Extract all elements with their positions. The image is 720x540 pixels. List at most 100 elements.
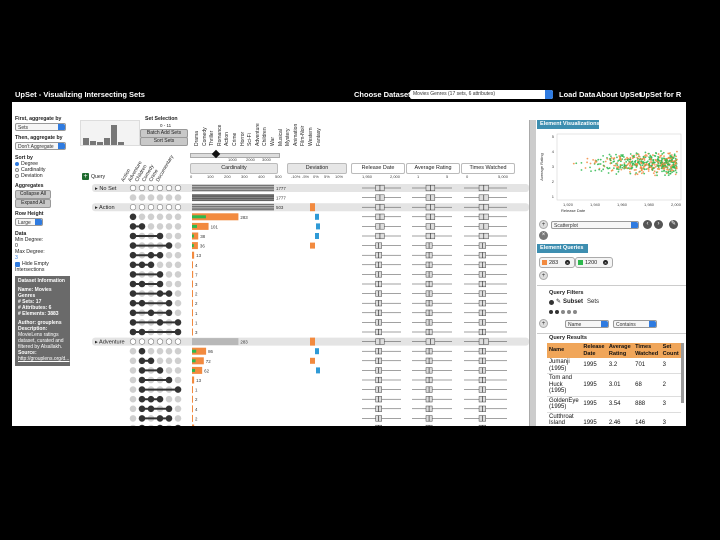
matrix-dot-empty[interactable] [174, 213, 182, 221]
filter-op-select[interactable]: Contains [613, 320, 657, 328]
upset-for-r-link[interactable]: UpSet for R [640, 90, 681, 99]
matrix-dot[interactable] [165, 184, 173, 192]
panel-scrollbar[interactable] [529, 120, 536, 426]
matrix-dot-filled[interactable] [175, 424, 182, 426]
matrix-dot-empty[interactable] [129, 194, 137, 201]
col-average-rating[interactable]: Average Rating [606, 343, 634, 358]
matrix-dot-empty[interactable] [130, 424, 137, 426]
matrix-dot[interactable] [174, 184, 182, 192]
matrix-dot-empty[interactable] [156, 213, 164, 221]
matrix-dot-empty[interactable] [174, 290, 182, 297]
matrix-dot-filled[interactable] [129, 213, 137, 221]
matrix-dot-empty[interactable] [174, 395, 182, 403]
about-upset-link[interactable]: About UpSet [596, 90, 641, 99]
cardinality-bar[interactable] [192, 261, 193, 269]
aggregate-label[interactable]: ▸ Action [95, 205, 115, 211]
matrix-dot-empty[interactable] [174, 309, 182, 317]
matrix-dot-empty[interactable] [165, 357, 173, 365]
matrix-dot-empty[interactable] [147, 194, 155, 201]
col-name[interactable]: Name [547, 343, 582, 358]
matrix-dot-empty[interactable] [174, 415, 182, 422]
add-query-button[interactable]: + [539, 271, 548, 280]
matrix-dot-empty[interactable] [129, 357, 137, 365]
matrix-dot-empty[interactable] [148, 424, 155, 426]
deviation-bar[interactable] [315, 233, 319, 239]
matrix-dot[interactable] [138, 204, 146, 211]
matrix-dot-empty[interactable] [174, 367, 182, 374]
cardinality-bar[interactable] [192, 251, 195, 259]
deviation-bar[interactable] [316, 367, 320, 374]
matrix-dot-empty[interactable] [165, 261, 173, 269]
matrix-dot-empty[interactable] [129, 386, 137, 393]
cardinality-bar[interactable] [192, 386, 193, 394]
col-release-date[interactable]: Release Date [581, 343, 607, 358]
matrix-dot-empty[interactable] [129, 405, 137, 413]
matrix-dot-empty[interactable] [129, 347, 137, 355]
cardinality-bar[interactable] [192, 405, 193, 413]
subset-dot[interactable] [573, 310, 577, 314]
matrix-dot-empty[interactable] [156, 357, 164, 365]
matrix-dot-empty[interactable] [165, 280, 173, 288]
viz-type-select[interactable]: Scatterplot [551, 221, 639, 229]
matrix-dot-empty[interactable] [174, 223, 182, 230]
cardinality-bar[interactable] [192, 270, 194, 278]
matrix-dot-filled[interactable] [139, 424, 146, 426]
matrix-dot-empty[interactable] [174, 242, 182, 249]
matrix-dot-empty[interactable] [129, 415, 137, 422]
cardinality-bar[interactable] [192, 299, 193, 307]
matrix-dot-empty[interactable] [165, 271, 173, 278]
matrix-dot-empty[interactable] [165, 223, 173, 230]
add-filter-button[interactable]: + [539, 319, 548, 328]
table-row[interactable]: Tom and Huck (1995) 1995 3.01 68 2 [547, 373, 681, 397]
matrix-dot-empty[interactable] [174, 376, 182, 384]
deviation-bar[interactable] [310, 242, 315, 249]
cardinality-bar[interactable] [192, 309, 193, 317]
scatterplot[interactable]: 5 4 3 2 1 1,920 1,940 1,960 1,980 2,000 Average Ra… [537, 130, 686, 218]
subset-dot[interactable] [549, 310, 553, 314]
matrix-dot[interactable] [147, 184, 155, 192]
add-viz-button[interactable]: + [539, 220, 548, 229]
matrix-dot[interactable] [156, 338, 164, 345]
results-scrollbar[interactable] [681, 343, 684, 403]
matrix-dot-empty[interactable] [156, 347, 164, 355]
matrix-dot[interactable] [129, 184, 137, 192]
cardinality-bar[interactable] [192, 328, 193, 336]
matrix-dot-empty[interactable] [147, 223, 155, 230]
matrix-dot-empty[interactable] [129, 376, 137, 384]
right-arrow-icon[interactable]: › [654, 220, 663, 229]
deviation-bar[interactable] [310, 203, 315, 212]
matrix-dot[interactable] [138, 184, 146, 192]
matrix-dot[interactable] [147, 204, 155, 211]
matrix-dot-empty[interactable] [165, 395, 173, 403]
deviation-bar[interactable] [315, 213, 319, 220]
cardinality-bar[interactable] [192, 318, 193, 326]
matrix-dot-empty[interactable] [129, 367, 137, 374]
cardinality-bar[interactable] [192, 395, 193, 403]
matrix-dot[interactable] [147, 338, 155, 345]
matrix-dot[interactable] [165, 204, 173, 211]
aggregate-label[interactable]: ▸ No Set [95, 186, 117, 192]
matrix-dot-empty[interactable] [165, 347, 173, 355]
matrix-dot-empty[interactable] [174, 232, 182, 240]
matrix-dot-empty[interactable] [165, 194, 173, 201]
matrix-dot[interactable] [165, 338, 173, 345]
matrix-dot[interactable] [174, 338, 182, 345]
matrix-dot-empty[interactable] [156, 194, 164, 201]
matrix-dot[interactable] [156, 184, 164, 192]
matrix-dot-empty[interactable] [165, 251, 173, 259]
matrix-dot-empty[interactable] [166, 424, 173, 426]
matrix-dot-filled[interactable] [138, 347, 146, 355]
matrix-dot-empty[interactable] [174, 357, 182, 365]
matrix-dot-empty[interactable] [129, 395, 137, 403]
filter-toggle-icon[interactable] [549, 300, 554, 305]
deviation-bar[interactable] [315, 348, 319, 355]
col-set-count[interactable]: Set Count [660, 343, 681, 358]
remove-query-icon[interactable]: × [603, 260, 608, 265]
matrix-dot-empty[interactable] [174, 347, 182, 355]
matrix-dot[interactable] [156, 204, 164, 211]
table-row[interactable]: GoldenEye (1995) 1995 3.54 888 3 [547, 396, 681, 413]
matrix-dot[interactable] [129, 338, 137, 345]
query-chip-green[interactable]: 1200 × [575, 257, 613, 268]
matrix-dot-empty[interactable] [147, 347, 155, 355]
matrix-dot-empty[interactable] [156, 261, 164, 269]
